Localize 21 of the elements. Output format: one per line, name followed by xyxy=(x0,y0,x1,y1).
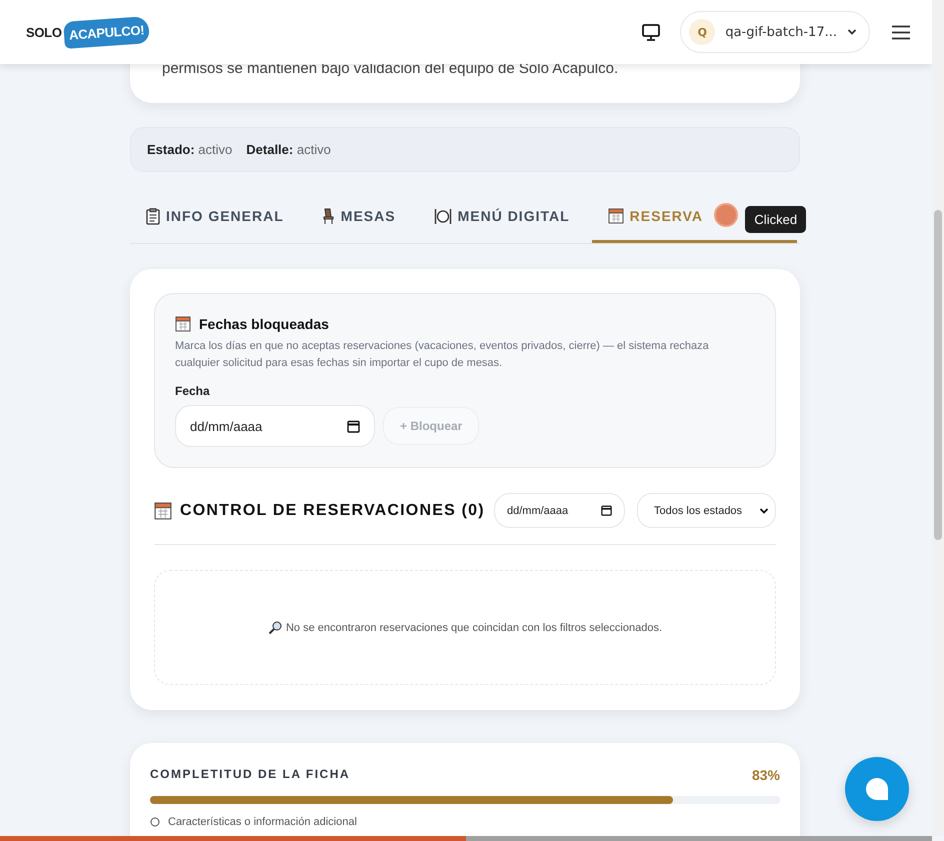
section-title: Fechas bloqueadas xyxy=(199,316,329,332)
tab[interactable]: MESAS xyxy=(306,201,412,243)
avatar: Q xyxy=(689,19,716,45)
logo-badge: ACAPULCO! xyxy=(62,16,150,48)
tab[interactable]: INFO GENERAL xyxy=(130,201,300,243)
status-text: Estado: activo xyxy=(147,142,232,157)
date-field[interactable]: dd/mm/aaaa xyxy=(175,405,375,447)
percent-value: 83% xyxy=(752,767,780,783)
card-title: COMPLETITUD DE LA FICHA xyxy=(150,767,350,783)
field-label: Fecha xyxy=(175,384,211,398)
account-menu[interactable]: Q qa-gif-batch-17... xyxy=(680,11,870,53)
date-filter[interactable]: dd/mm/aaaa xyxy=(494,493,625,528)
empty-message: No se encontraron reservaciones que coincidan con los filtros seleccionados. xyxy=(286,622,662,634)
tab[interactable]: MENÚ DIGITAL xyxy=(418,201,586,243)
description: Marca los días en que no aceptas reservaciones (vacaciones, eventos privados, cierre) — el sistema rechaza cualquier solicitud para esas fechas sin importar el cupo de mesas. xyxy=(175,339,710,371)
status-text: Detalle: activo xyxy=(246,142,331,157)
status-select[interactable]: Todos los estados xyxy=(637,493,776,528)
checklist-item: Características o información adicional xyxy=(168,816,357,828)
logo-text: SOLO xyxy=(26,24,62,40)
tooltip: Clicked xyxy=(745,206,806,233)
section-title: CONTROL DE RESERVACIONES (0) xyxy=(180,502,485,520)
